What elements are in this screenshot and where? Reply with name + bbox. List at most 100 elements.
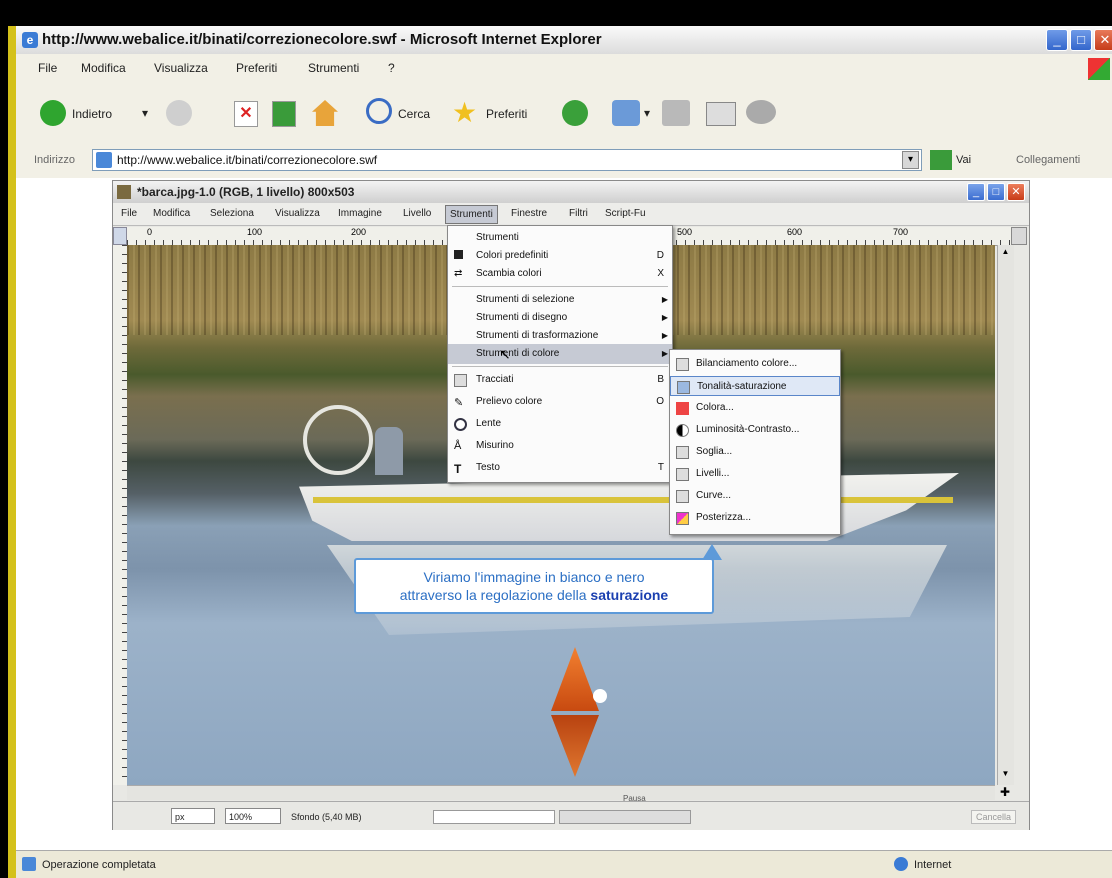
close-button[interactable]: ✕	[1094, 29, 1112, 51]
forward-arrow-icon[interactable]	[166, 100, 192, 126]
page-status-icon	[22, 857, 36, 871]
callout-line-2: attraverso la regolazione della saturazi…	[356, 586, 712, 604]
menu-preferiti[interactable]: Preferiti	[236, 61, 277, 75]
menu-strumenti[interactable]: Strumenti	[308, 61, 359, 75]
scroll-up-icon[interactable]: ▲	[1000, 247, 1011, 259]
submenu-item-bilanciamento[interactable]: Bilanciamento colore...	[670, 354, 840, 374]
menu-item-prelievo-colore[interactable]: ✎ Prelievo colore O	[448, 392, 672, 412]
ruler-mark: 500	[677, 227, 693, 237]
menu-item-strumenti[interactable]: Strumenti	[448, 228, 672, 248]
menu-item-misurino[interactable]: Å Misurino	[448, 436, 672, 456]
ruler-mark: 100	[247, 227, 263, 237]
zoom-select[interactable]: 100%	[225, 808, 281, 824]
navigate-icon[interactable]: ✚	[997, 785, 1013, 799]
swap-colors-icon: ⇄	[454, 268, 463, 279]
cancel-button[interactable]: Cancella	[971, 810, 1017, 824]
menu-item-colori-predefiniti[interactable]: Colori predefiniti D	[448, 246, 672, 266]
gimp-close-button[interactable]: ✕	[1007, 183, 1025, 201]
gimp-menu-seleziona[interactable]: Seleziona	[210, 208, 254, 219]
paths-icon	[454, 374, 467, 387]
menu-item-tracciati[interactable]: Tracciati B	[448, 370, 672, 390]
refresh-icon[interactable]	[272, 101, 296, 127]
links-label[interactable]: Collegamenti	[1016, 154, 1080, 166]
print-icon[interactable]	[662, 100, 690, 126]
gimp-menu-script-fu[interactable]: Script-Fu	[605, 208, 646, 219]
menu-item-strumenti-trasformazione[interactable]: Strumenti di trasformazione ▶	[448, 326, 672, 346]
submenu-item-tonalita-saturazione[interactable]: Tonalità-saturazione	[670, 376, 840, 396]
search-button-label[interactable]: Cerca	[398, 107, 430, 121]
submenu-item-curve[interactable]: Curve...	[670, 486, 840, 506]
home-icon[interactable]	[312, 100, 338, 126]
mail-icon[interactable]	[612, 100, 640, 126]
player-controls[interactable]	[559, 810, 691, 824]
menu-separator	[452, 286, 668, 287]
menu-item-testo[interactable]: T Testo T	[448, 458, 672, 478]
photo-wheel	[303, 405, 373, 475]
ie-menu-bar: File Modifica Visualizza Preferiti Strum…	[16, 54, 1112, 85]
quick-mask-icon[interactable]	[113, 227, 127, 245]
gimp-menu-strumenti[interactable]: Strumenti	[445, 205, 498, 224]
go-button-label[interactable]: Vai	[956, 154, 971, 166]
menu-item-strumenti-selezione[interactable]: Strumenti di selezione ▶	[448, 290, 672, 310]
submenu-item-soglia[interactable]: Soglia...	[670, 442, 840, 462]
search-icon[interactable]	[366, 98, 392, 124]
address-label: Indirizzo	[34, 154, 75, 166]
unit-select[interactable]: px	[171, 808, 215, 824]
gimp-menu-livello[interactable]: Livello	[403, 208, 431, 219]
submenu-item-livelli[interactable]: Livelli...	[670, 464, 840, 484]
address-dropdown-icon[interactable]: ▾	[902, 151, 919, 169]
maximize-button[interactable]: □	[1070, 29, 1092, 51]
status-text: Operazione completata	[42, 859, 156, 871]
favorites-star-icon[interactable]: ★	[452, 96, 477, 129]
mail-dropdown-icon[interactable]: ▾	[644, 106, 650, 120]
menu-item-label: Strumenti di disegno	[476, 312, 568, 323]
gimp-menu-finestre[interactable]: Finestre	[511, 208, 547, 219]
favorites-button-label[interactable]: Preferiti	[486, 107, 527, 121]
gimp-maximize-button[interactable]: □	[987, 183, 1005, 201]
ie-logo-icon: e	[22, 32, 38, 48]
menu-item-strumenti-colore[interactable]: Strumenti di colore ▶	[448, 344, 672, 364]
callout-pointer	[702, 544, 722, 560]
gimp-menu-visualizza[interactable]: Visualizza	[275, 208, 320, 219]
gimp-image-window: *barca.jpg-1.0 (RGB, 1 livello) 800x503 …	[112, 180, 1030, 830]
horizontal-scrollbar[interactable]	[127, 785, 995, 800]
gimp-minimize-button[interactable]: _	[967, 183, 985, 201]
menu-item-label: Lente	[476, 418, 502, 429]
photo-buoy-ball	[593, 689, 607, 703]
default-colors-icon	[454, 250, 463, 259]
zoom-fit-icon[interactable]	[1011, 227, 1027, 245]
submenu-item-label: Colora...	[696, 402, 734, 413]
menu-visualizza[interactable]: Visualizza	[154, 61, 208, 75]
gimp-menu-filtri[interactable]: Filtri	[569, 208, 588, 219]
go-arrow-icon[interactable]	[930, 150, 952, 170]
menu-modifica[interactable]: Modifica	[81, 61, 126, 75]
address-input[interactable]: http://www.webalice.it/binati/correzione…	[92, 149, 922, 171]
gimp-menu-immagine[interactable]: Immagine	[338, 208, 382, 219]
magnifier-icon	[454, 418, 467, 431]
menu-item-strumenti-disegno[interactable]: Strumenti di disegno ▶	[448, 308, 672, 328]
back-arrow-icon[interactable]	[40, 100, 66, 126]
gimp-menu-file[interactable]: File	[121, 208, 137, 219]
submenu-item-posterizza[interactable]: Posterizza...	[670, 508, 840, 528]
menu-item-label: Strumenti di colore	[476, 348, 560, 359]
ruler-mark: 200	[351, 227, 367, 237]
messenger-icon[interactable]	[746, 100, 776, 124]
menu-help[interactable]: ?	[388, 61, 395, 75]
menu-shortcut: X	[657, 268, 664, 279]
submenu-item-luminosita-contrasto[interactable]: Luminosità-Contrasto...	[670, 420, 840, 440]
menu-file[interactable]: File	[38, 61, 57, 75]
submenu-item-label: Luminosità-Contrasto...	[696, 424, 800, 435]
edit-icon[interactable]	[706, 102, 736, 126]
vertical-scrollbar[interactable]: ▲ ▼	[997, 245, 1014, 785]
back-dropdown-icon[interactable]: ▾	[142, 106, 148, 120]
scroll-down-icon[interactable]: ▼	[1000, 769, 1011, 781]
menu-item-lente[interactable]: Lente	[448, 414, 672, 434]
history-icon[interactable]	[562, 100, 588, 126]
menu-item-scambia-colori[interactable]: ⇄ Scambia colori X	[448, 264, 672, 284]
back-button-label[interactable]: Indietro	[72, 107, 112, 121]
stop-icon[interactable]: ✕	[234, 101, 258, 127]
gimp-menu-modifica[interactable]: Modifica	[153, 208, 190, 219]
submenu-item-colora[interactable]: Colora...	[670, 398, 840, 418]
minimize-button[interactable]: _	[1046, 29, 1068, 51]
ie-address-bar: Indirizzo http://www.webalice.it/binati/…	[16, 144, 1112, 179]
